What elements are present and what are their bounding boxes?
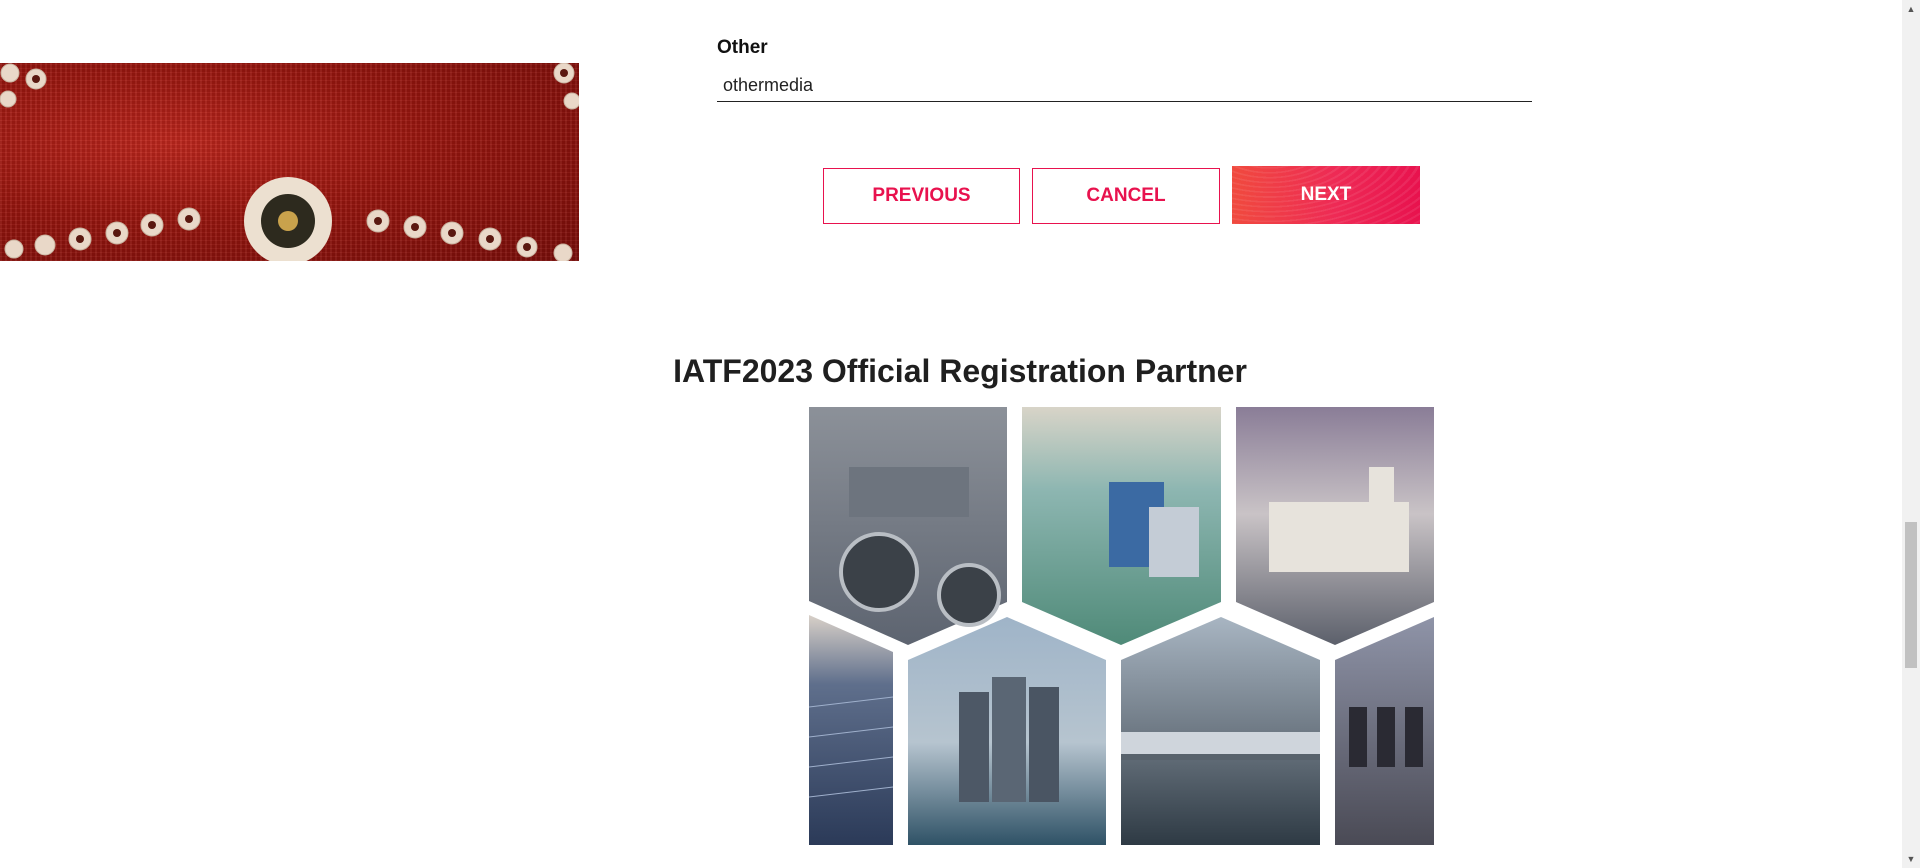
scrollbar-thumb[interactable] (1905, 522, 1917, 668)
other-field-label: Other (717, 37, 768, 58)
page: Other PREVIOUS CANCEL NEXT IATF2023 Offi… (0, 0, 1920, 868)
cancel-button[interactable]: CANCEL (1032, 168, 1220, 224)
partner-section-title: IATF2023 Official Registration Partner (673, 352, 1247, 389)
other-field-input[interactable] (717, 70, 1532, 102)
previous-button[interactable]: PREVIOUS (823, 168, 1020, 224)
decorative-banner-image (0, 63, 579, 261)
chevron-down-icon[interactable]: ▼ (1902, 850, 1920, 868)
partner-photo-collage (809, 407, 1434, 845)
next-button[interactable]: NEXT (1232, 166, 1420, 224)
chevron-up-icon[interactable]: ▲ (1902, 0, 1920, 18)
vertical-scrollbar[interactable]: ▲ ▼ (1902, 0, 1920, 868)
